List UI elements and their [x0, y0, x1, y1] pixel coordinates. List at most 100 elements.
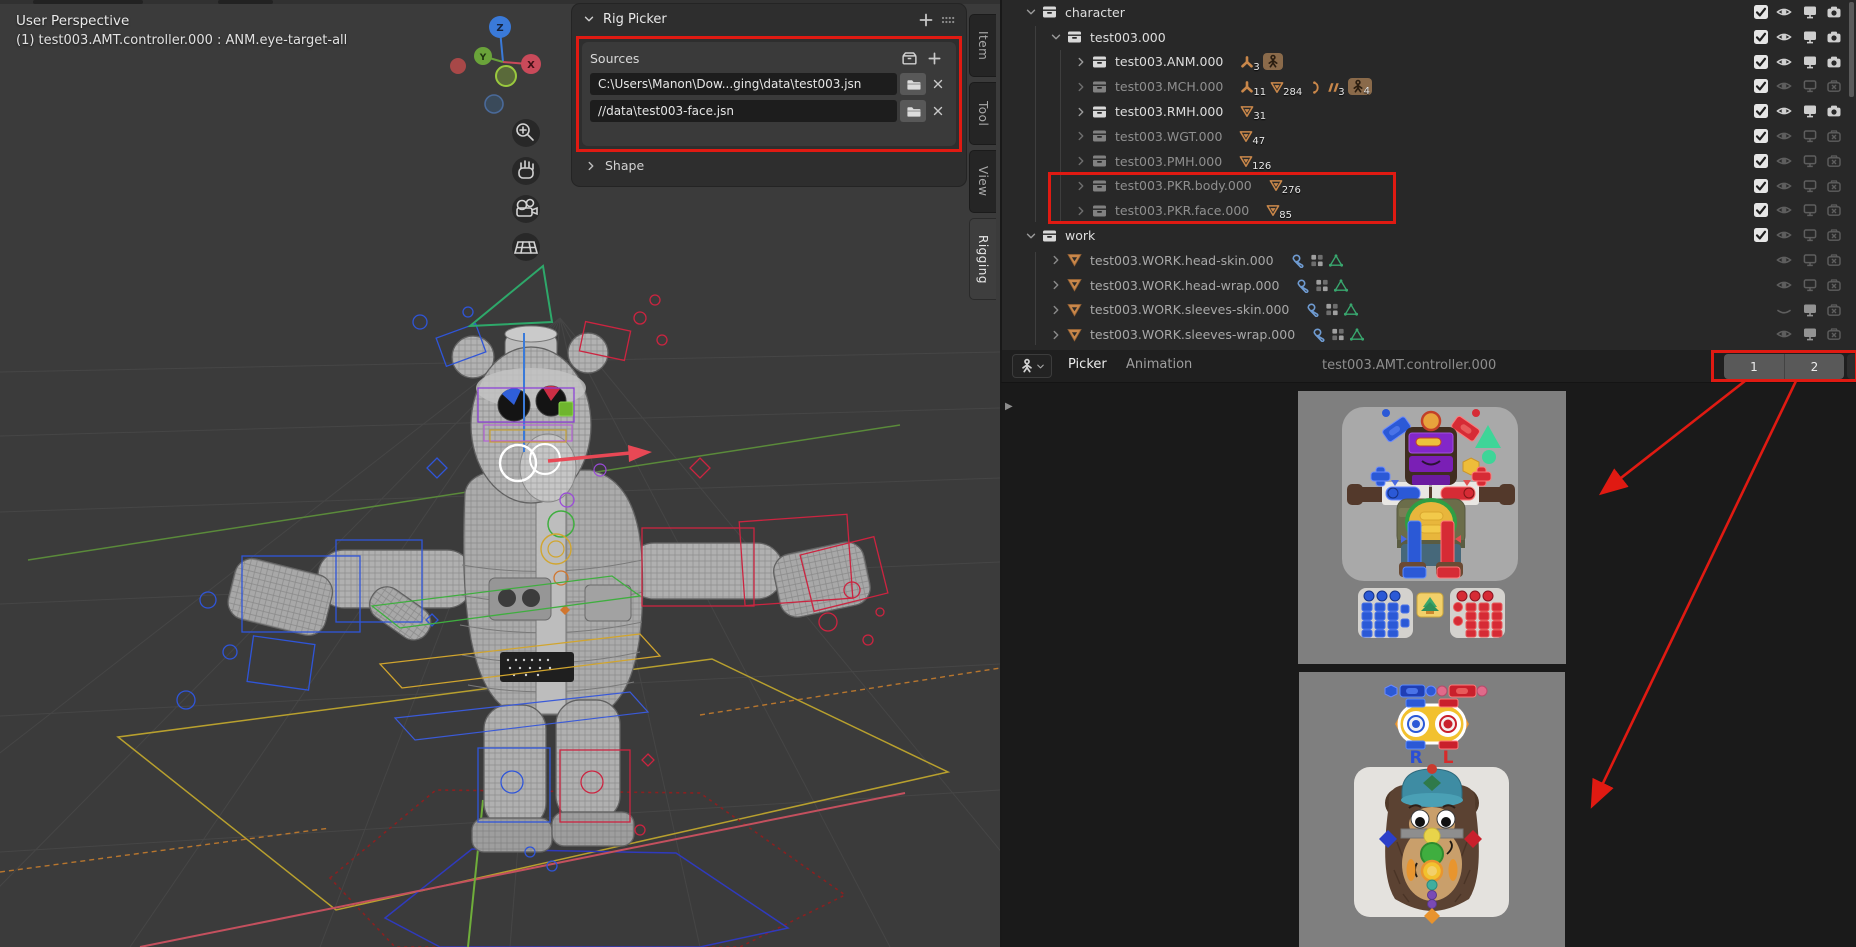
page-1-button[interactable]: 1: [1724, 354, 1784, 379]
hide-eye-icon[interactable]: [1776, 103, 1793, 119]
body-picker-figure[interactable]: [1298, 391, 1566, 664]
hide-eye-icon[interactable]: [1776, 4, 1793, 20]
viewport-disable-icon[interactable]: [1802, 29, 1819, 45]
viewport-disable-icon[interactable]: [1802, 302, 1819, 318]
expand-chevron-icon[interactable]: [1074, 55, 1088, 69]
hide-eye-icon[interactable]: [1776, 128, 1793, 144]
body-picker-card[interactable]: [1298, 391, 1566, 664]
face-picker-card[interactable]: R L: [1299, 672, 1565, 947]
expand-chevron-icon[interactable]: [1074, 105, 1088, 119]
tab-tool[interactable]: Tool: [969, 82, 996, 145]
plus-icon[interactable]: [927, 51, 942, 66]
add-source-icon[interactable]: [918, 12, 934, 28]
checkbox-icon[interactable]: [1753, 178, 1770, 194]
expand-chevron-icon[interactable]: [1074, 154, 1088, 168]
render-disable-icon[interactable]: [1826, 202, 1843, 218]
collapse-chevron-icon[interactable]: [1049, 30, 1063, 44]
collapse-chevron-icon[interactable]: [1024, 229, 1038, 243]
panel-grip-icon[interactable]: [940, 12, 956, 28]
eye-controller[interactable]: R L: [1395, 699, 1469, 768]
hide-eye-icon[interactable]: [1776, 202, 1793, 218]
render-disable-icon[interactable]: [1826, 128, 1843, 144]
remove-source-button[interactable]: [928, 100, 948, 122]
hide-eye-icon[interactable]: [1776, 326, 1793, 342]
extras-button[interactable]: [1417, 593, 1443, 617]
browse-folder-button[interactable]: [900, 73, 926, 95]
expand-chevron-icon[interactable]: [1049, 328, 1063, 342]
viewport-disable-icon[interactable]: [1802, 178, 1819, 194]
outliner-row-pkr-face[interactable]: test003.PKR.face.000 85: [1002, 198, 1856, 223]
outliner-row[interactable]: test003.WGT.000 47: [1002, 124, 1856, 149]
left-hand-buttons[interactable]: [1358, 588, 1413, 638]
checkbox-icon[interactable]: [1753, 153, 1770, 169]
viewport-disable-icon[interactable]: [1802, 277, 1819, 293]
outliner-row-work[interactable]: work: [1002, 223, 1856, 248]
render-disable-icon[interactable]: [1826, 178, 1843, 194]
hide-eye-icon[interactable]: [1776, 227, 1793, 243]
outliner-row[interactable]: test003.WORK.head-wrap.000: [1002, 273, 1856, 298]
panel-title[interactable]: Rig Picker: [603, 12, 667, 27]
hide-eye-icon[interactable]: [1776, 178, 1793, 194]
face-picker-figure[interactable]: R L: [1299, 672, 1565, 947]
render-disable-icon[interactable]: [1826, 277, 1843, 293]
outliner-row[interactable]: test003.WORK.head-skin.000: [1002, 248, 1856, 273]
hide-eye-icon[interactable]: [1776, 78, 1793, 94]
source-path-field-2[interactable]: //data\test003-face.jsn: [590, 100, 897, 122]
eyelid-buttons[interactable]: [1385, 685, 1487, 697]
outliner-row[interactable]: test003.PMH.000 126: [1002, 149, 1856, 174]
tab-animation[interactable]: Animation: [1126, 357, 1192, 372]
hide-eye-icon[interactable]: [1776, 153, 1793, 169]
render-disable-icon[interactable]: [1826, 78, 1843, 94]
outliner-row-pkr-body[interactable]: test003.PKR.body.000 276: [1002, 174, 1856, 199]
tab-item[interactable]: Item: [969, 14, 996, 77]
hide-eye-closed-icon[interactable]: [1776, 302, 1793, 318]
expand-chevron-icon[interactable]: [1074, 80, 1088, 94]
editor-type-button[interactable]: [1012, 354, 1052, 378]
collapse-chevron-icon[interactable]: [1024, 5, 1038, 19]
box-icon[interactable]: [901, 50, 918, 67]
outliner-row[interactable]: test003.000: [1002, 25, 1856, 50]
browse-folder-button[interactable]: [900, 100, 926, 122]
viewport-disable-icon[interactable]: [1802, 4, 1819, 20]
region-expand-arrow[interactable]: ▶: [1005, 401, 1013, 412]
expand-chevron-icon[interactable]: [1049, 303, 1063, 317]
checkbox-icon[interactable]: [1753, 128, 1770, 144]
viewport-disable-icon[interactable]: [1802, 153, 1819, 169]
viewport-disable-icon[interactable]: [1802, 326, 1819, 342]
render-disable-icon[interactable]: [1826, 252, 1843, 268]
outliner-row[interactable]: test003.ANM.000 3: [1002, 50, 1856, 75]
viewport-disable-icon[interactable]: [1802, 103, 1819, 119]
render-disable-icon[interactable]: [1826, 54, 1843, 70]
render-disable-icon[interactable]: [1826, 29, 1843, 45]
tab-view[interactable]: View: [969, 150, 996, 213]
remove-source-button[interactable]: [928, 73, 948, 95]
outliner-row[interactable]: test003.MCH.000 11 284 3 4: [1002, 74, 1856, 99]
page-2-button[interactable]: 2: [1784, 354, 1844, 379]
viewport-disable-icon[interactable]: [1802, 252, 1819, 268]
render-disable-icon[interactable]: [1826, 4, 1843, 20]
tab-rigging[interactable]: Rigging: [969, 218, 996, 300]
render-disable-icon[interactable]: [1826, 302, 1843, 318]
expand-chevron-icon[interactable]: [1049, 278, 1063, 292]
source-path-field-1[interactable]: C:\Users\Manon\Dow...ging\data\test003.j…: [590, 73, 897, 95]
expand-chevron-icon[interactable]: [1049, 253, 1063, 267]
render-disable-icon[interactable]: [1826, 153, 1843, 169]
panel-collapse-chevron[interactable]: [582, 12, 596, 26]
outliner-row[interactable]: test003.WORK.sleeves-wrap.000: [1002, 322, 1856, 347]
checkbox-icon[interactable]: [1753, 103, 1770, 119]
hide-eye-icon[interactable]: [1776, 252, 1793, 268]
viewport-disable-icon[interactable]: [1802, 54, 1819, 70]
expand-chevron-icon[interactable]: [1074, 129, 1088, 143]
checkbox-icon[interactable]: [1753, 227, 1770, 243]
viewport-disable-icon[interactable]: [1802, 227, 1819, 243]
render-disable-icon[interactable]: [1826, 227, 1843, 243]
outliner-row[interactable]: test003.RMH.000 31: [1002, 99, 1856, 124]
checkbox-icon[interactable]: [1753, 4, 1770, 20]
viewport-disable-icon[interactable]: [1802, 202, 1819, 218]
expand-chevron-icon[interactable]: [1074, 204, 1088, 218]
outliner-row[interactable]: test003.WORK.sleeves-skin.000: [1002, 298, 1856, 323]
outliner-scrollbar[interactable]: [1849, 2, 1854, 97]
checkbox-icon[interactable]: [1753, 29, 1770, 45]
outliner-row-character[interactable]: character: [1002, 0, 1856, 25]
hide-eye-icon[interactable]: [1776, 54, 1793, 70]
